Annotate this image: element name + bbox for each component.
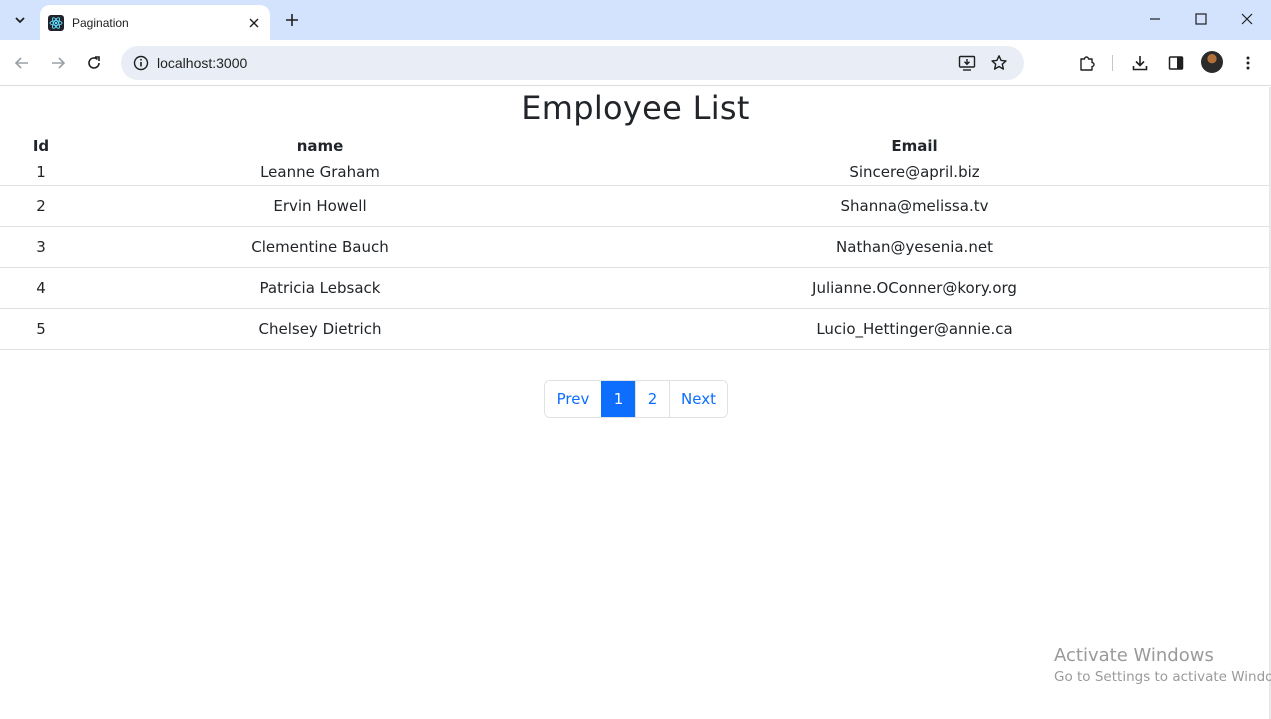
- tab-title: Pagination: [72, 15, 129, 30]
- close-icon: [249, 18, 259, 27]
- table-row: 1 Leanne Graham Sincere@april.biz: [0, 159, 1271, 186]
- cell-email: Lucio_Hettinger@annie.ca: [558, 308, 1271, 350]
- tab-close-button[interactable]: [244, 13, 264, 33]
- browser-menu-button[interactable]: [1236, 51, 1260, 75]
- column-header-id: Id: [32, 137, 50, 155]
- column-header-name: name: [296, 137, 344, 155]
- cell-email: Nathan@yesenia.net: [558, 226, 1271, 268]
- downloads-button[interactable]: [1128, 51, 1152, 75]
- table-row: 5 Chelsey Dietrich Lucio_Hettinger@annie…: [0, 308, 1271, 350]
- reload-button[interactable]: [80, 49, 108, 77]
- cell-name: Patricia Lebsack: [82, 267, 558, 309]
- cell-email: Shanna@melissa.tv: [558, 185, 1271, 227]
- cell-name: Chelsey Dietrich: [82, 308, 558, 350]
- cell-email: Sincere@april.biz: [558, 159, 1271, 186]
- chevron-down-icon: [15, 17, 25, 24]
- back-arrow-icon: [14, 57, 28, 69]
- puzzle-icon: [1080, 56, 1095, 71]
- site-info-icon: [133, 55, 149, 71]
- minimize-button[interactable]: [1132, 0, 1178, 38]
- react-icon: [48, 14, 64, 31]
- profile-avatar[interactable]: [1201, 51, 1223, 73]
- cell-email: Julianne.OConner@kory.org: [558, 267, 1271, 309]
- maximize-icon: [1195, 13, 1207, 25]
- column-header-email: Email: [891, 137, 938, 155]
- table-row: 3 Clementine Bauch Nathan@yesenia.net: [0, 226, 1271, 268]
- window-close-button[interactable]: [1224, 0, 1270, 38]
- tab-search-button[interactable]: [6, 8, 34, 32]
- kebab-menu-icon: [1246, 56, 1250, 70]
- side-panel-icon: [1168, 56, 1184, 70]
- back-button[interactable]: [8, 49, 36, 77]
- forward-button[interactable]: [44, 49, 72, 77]
- prev-page-button[interactable]: Prev: [545, 381, 601, 417]
- cell-id: 1: [0, 159, 82, 186]
- cell-id: 2: [0, 185, 82, 227]
- table-row: 2 Ervin Howell Shanna@melissa.tv: [0, 185, 1271, 227]
- url-text[interactable]: localhost:3000: [157, 55, 247, 71]
- side-panel-button[interactable]: [1164, 51, 1188, 75]
- reload-icon: [88, 56, 100, 69]
- browser-toolbar: localhost:3000: [0, 40, 1271, 86]
- install-app-icon: [958, 55, 976, 71]
- maximize-button[interactable]: [1178, 0, 1224, 38]
- site-info-button[interactable]: [129, 51, 153, 75]
- plus-icon: [286, 14, 298, 26]
- new-tab-button[interactable]: [280, 8, 304, 32]
- page-1-button[interactable]: 1: [601, 381, 635, 417]
- tab-strip: Pagination: [0, 0, 1271, 40]
- pagination: Prev 1 2 Next: [544, 380, 728, 418]
- page-content: Employee List Id name Email 1 Leanne Gra…: [0, 87, 1271, 719]
- toolbar-separator: [1112, 55, 1113, 71]
- forward-arrow-icon: [52, 57, 66, 69]
- cell-name: Ervin Howell: [82, 185, 558, 227]
- star-icon: [991, 55, 1007, 70]
- page-title: Employee List: [521, 89, 750, 127]
- download-icon: [1132, 56, 1148, 71]
- cell-id: 3: [0, 226, 82, 268]
- watermark-title: Activate Windows: [1054, 645, 1214, 666]
- close-icon: [1241, 13, 1253, 25]
- bookmark-button[interactable]: [987, 51, 1011, 75]
- cell-name: Leanne Graham: [82, 159, 558, 186]
- minimize-icon: [1150, 18, 1160, 20]
- cell-name: Clementine Bauch: [82, 226, 558, 268]
- employee-table: Id name Email 1 Leanne Graham Sincere@ap…: [0, 133, 1271, 350]
- address-bar[interactable]: localhost:3000: [121, 46, 1024, 80]
- install-app-button[interactable]: [955, 51, 979, 75]
- page-2-button[interactable]: 2: [635, 381, 669, 417]
- browser-tab[interactable]: Pagination: [40, 5, 270, 40]
- windows-activation-watermark: Activate Windows Go to Settings to activ…: [1054, 645, 1271, 685]
- cell-id: 4: [0, 267, 82, 309]
- table-header-row: Id name Email: [0, 133, 1271, 159]
- cell-id: 5: [0, 308, 82, 350]
- watermark-subtitle: Go to Settings to activate Windo: [1054, 669, 1271, 685]
- next-page-button[interactable]: Next: [669, 381, 727, 417]
- table-row: 4 Patricia Lebsack Julianne.OConner@kory…: [0, 267, 1271, 309]
- extensions-button[interactable]: [1075, 51, 1099, 75]
